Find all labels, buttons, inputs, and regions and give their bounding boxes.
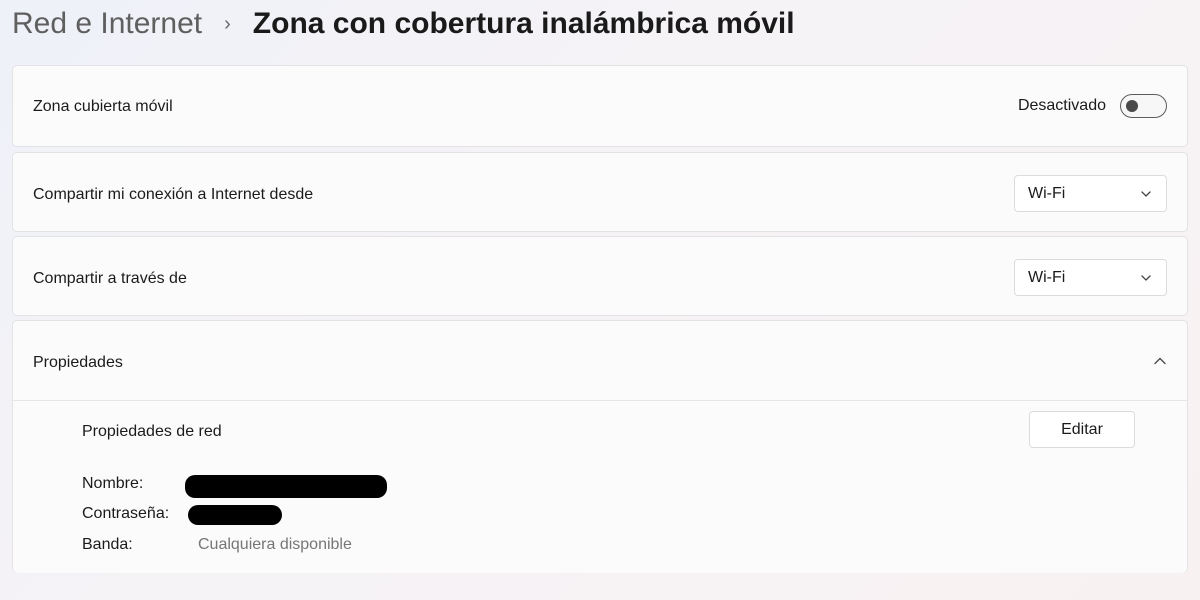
mobile-hotspot-toggle[interactable] bbox=[1120, 94, 1167, 118]
name-label: Nombre: bbox=[82, 475, 144, 492]
mobile-hotspot-toggle-group: Desactivado bbox=[1018, 94, 1167, 118]
share-from-label: Compartir mi conexión a Internet desde bbox=[33, 186, 314, 203]
breadcrumb-parent-link[interactable]: Red e Internet bbox=[12, 2, 202, 46]
share-from-value: Wi-Fi bbox=[1028, 184, 1066, 202]
page-title: Zona con cobertura inalámbrica móvil bbox=[252, 7, 795, 40]
properties-label: Propiedades bbox=[33, 354, 123, 371]
password-redacted-value bbox=[188, 505, 282, 525]
band-label: Banda: bbox=[82, 536, 133, 553]
toggle-state-text: Desactivado bbox=[1017, 97, 1106, 114]
breadcrumb-separator-icon: › bbox=[224, 13, 231, 35]
chevron-up-icon[interactable] bbox=[1153, 354, 1167, 368]
share-from-dropdown[interactable]: Wi-Fi bbox=[1014, 175, 1167, 212]
breadcrumb: Red e Internet › Zona con cobertura inal… bbox=[12, 2, 795, 46]
edit-button[interactable]: Editar bbox=[1029, 411, 1135, 448]
share-via-card: Compartir a través de Wi-Fi bbox=[12, 236, 1188, 316]
password-label: Contraseña: bbox=[82, 505, 170, 522]
name-redacted-value bbox=[185, 475, 387, 498]
network-properties-title: Propiedades de red bbox=[82, 423, 222, 440]
share-via-dropdown[interactable]: Wi-Fi bbox=[1014, 259, 1167, 296]
mobile-hotspot-label: Zona cubierta móvil bbox=[33, 98, 173, 115]
band-value: Cualquiera disponible bbox=[198, 536, 352, 553]
share-connection-from-card: Compartir mi conexión a Internet desde W… bbox=[12, 152, 1188, 232]
properties-header[interactable]: Propiedades bbox=[13, 321, 1187, 401]
mobile-hotspot-card: Zona cubierta móvil Desactivado bbox=[12, 65, 1188, 147]
share-via-value: Wi-Fi bbox=[1028, 268, 1066, 286]
chevron-down-icon bbox=[1141, 274, 1151, 281]
share-via-label: Compartir a través de bbox=[33, 270, 187, 287]
chevron-down-icon bbox=[1141, 190, 1151, 197]
properties-body: Propiedades de red Editar Nombre: Contra… bbox=[13, 401, 1187, 573]
toggle-knob bbox=[1126, 100, 1138, 112]
properties-expander: Propiedades Propiedades de red Editar No… bbox=[12, 320, 1188, 573]
